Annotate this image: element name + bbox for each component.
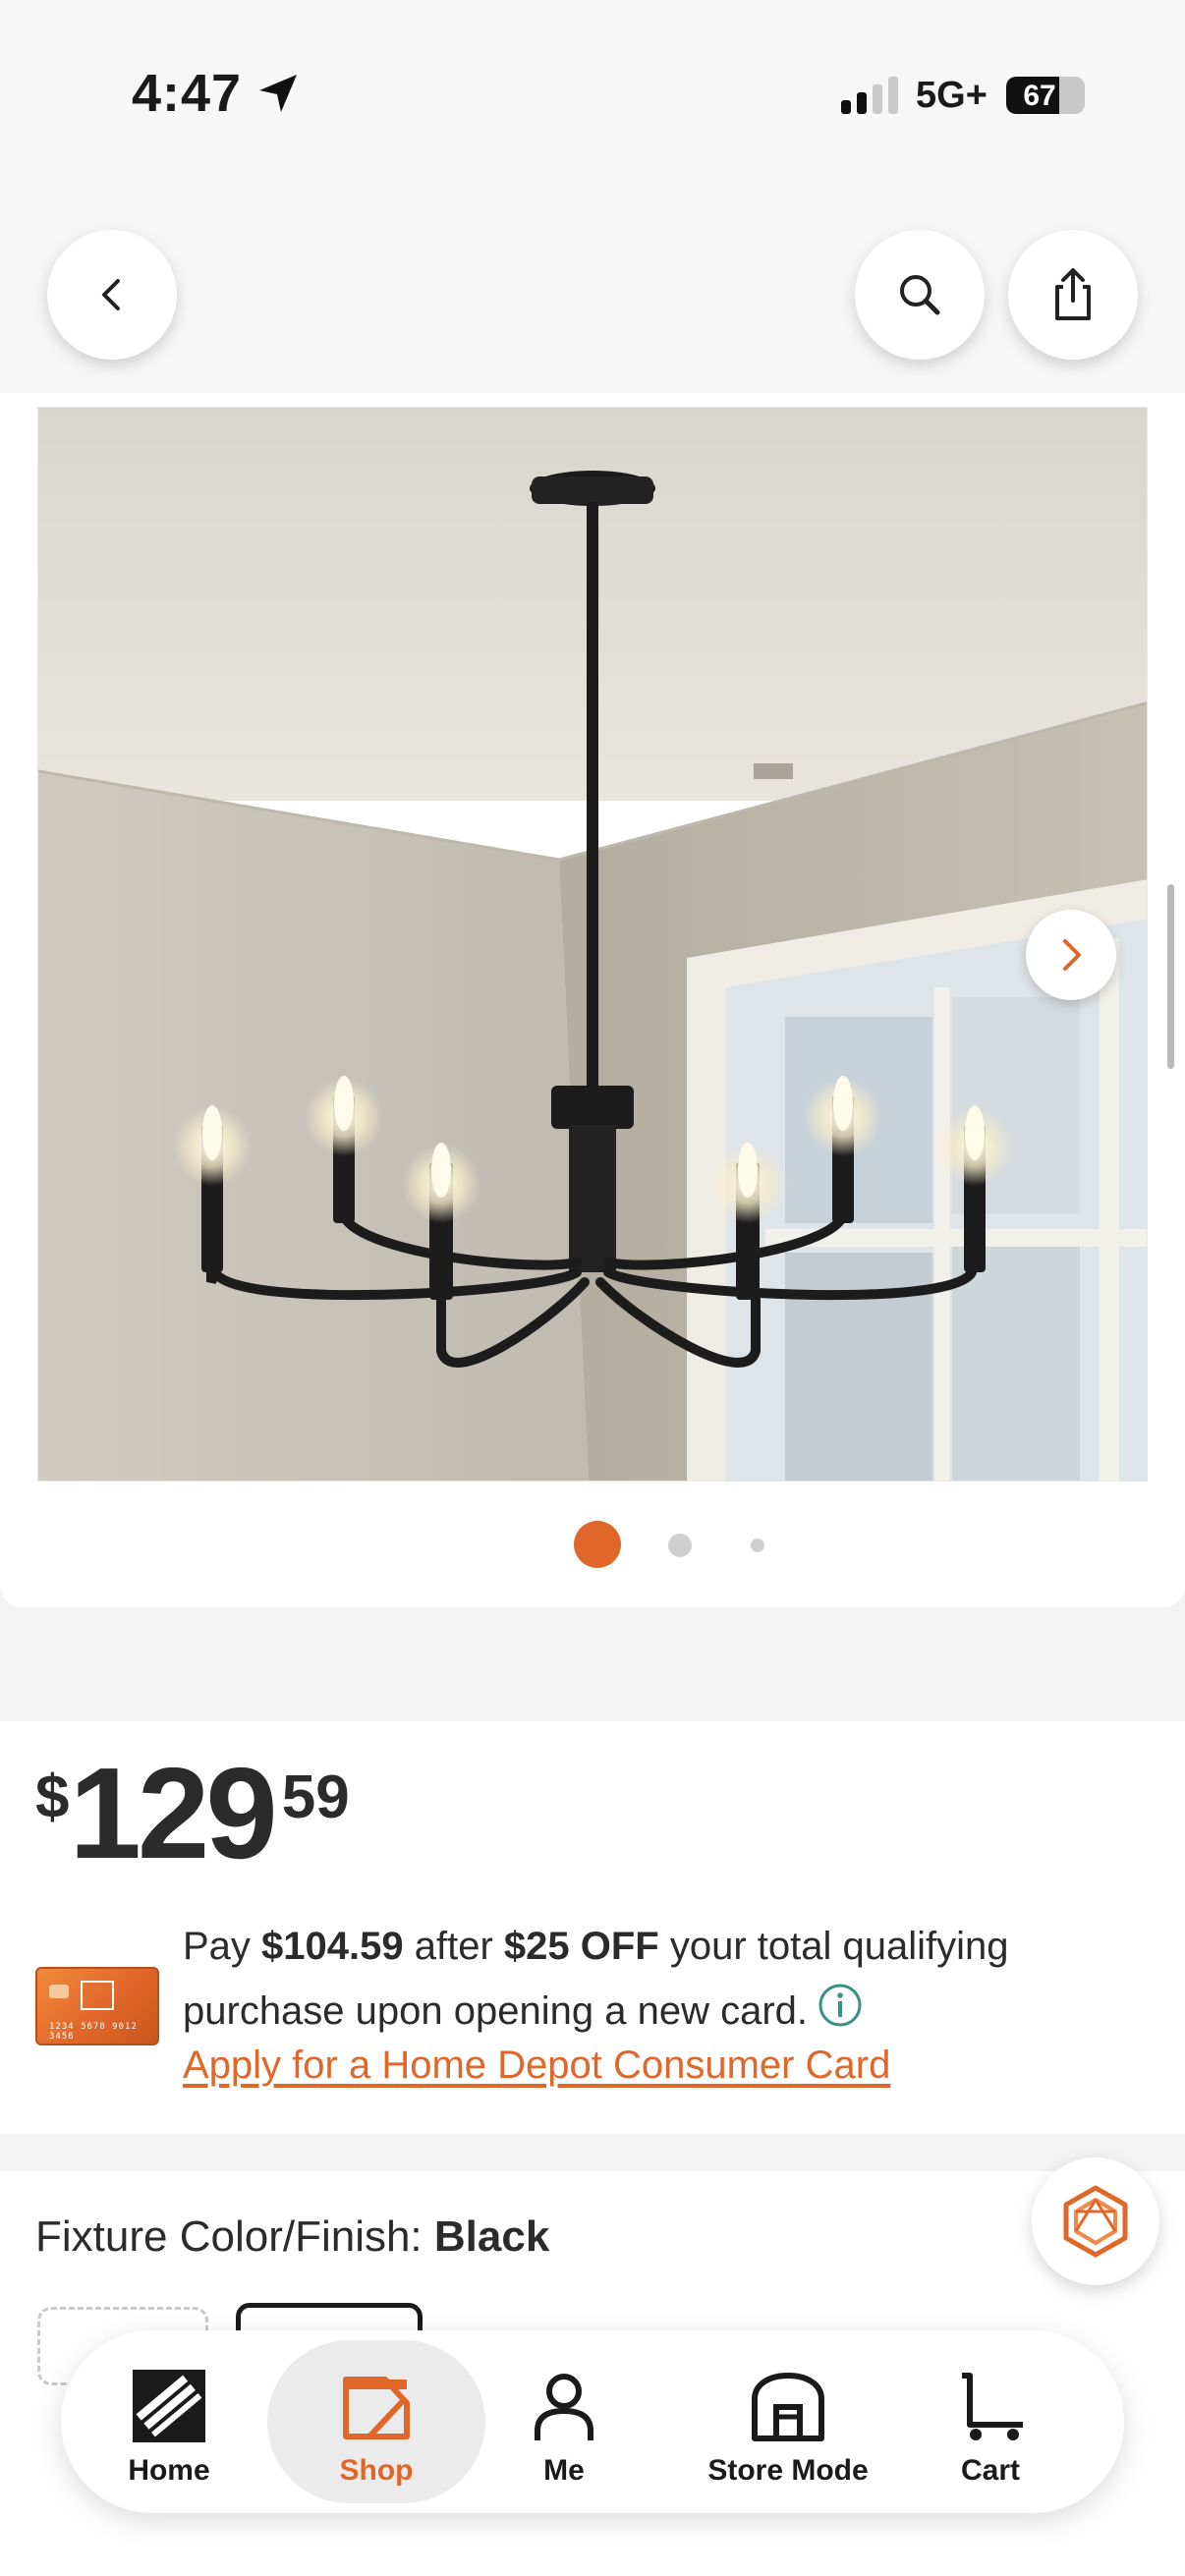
fixture-color-value: Black <box>433 2212 550 2261</box>
pagination-dot[interactable] <box>668 1534 692 1557</box>
signal-strength-icon <box>841 77 898 114</box>
share-icon <box>1055 268 1091 320</box>
status-time: 4:47 <box>132 64 243 123</box>
product-header <box>0 196 1185 393</box>
back-button[interactable] <box>47 230 177 360</box>
user-icon <box>535 2374 593 2440</box>
card-chip <box>49 1985 69 1998</box>
home-depot-logo-icon <box>133 2370 205 2442</box>
promo-discount: $25 OFF <box>503 1925 659 1968</box>
hexagon-assistant-icon <box>1063 2185 1128 2258</box>
tab-me[interactable]: Me <box>515 2340 613 2503</box>
tab-home[interactable]: Home <box>100 2340 238 2503</box>
tab-cart[interactable]: Cart <box>931 2340 1049 2503</box>
promo-after-text: after <box>403 1925 504 1968</box>
battery-percent: 67 <box>1023 80 1056 112</box>
home-depot-logo-icon <box>81 1981 114 2010</box>
pagination-dot-active[interactable] <box>574 1521 621 1568</box>
chevron-right-icon <box>1063 939 1081 971</box>
info-icon[interactable] <box>818 1983 863 2028</box>
bottom-tab-bar: Home Shop Me Store Mode Cart <box>61 2330 1124 2513</box>
status-bar: 4:47 5G+ 67 <box>0 0 1185 196</box>
product-price: $ 129 59 <box>35 1749 350 1878</box>
store-icon <box>752 2373 824 2441</box>
battery-icon: 67 <box>1006 77 1085 114</box>
tab-home-label: Home <box>128 2454 210 2487</box>
price-dollars: 129 <box>69 1741 277 1885</box>
price-cents: 59 <box>281 1764 350 1831</box>
tab-shop-label: Shop <box>339 2454 414 2487</box>
share-button[interactable] <box>1008 230 1138 360</box>
promo-pay-amount: $104.59 <box>261 1925 404 1968</box>
chevron-left-icon <box>102 279 120 310</box>
promo-pay-prefix: Pay <box>183 1925 262 1968</box>
tab-shop[interactable]: Shop <box>267 2340 485 2503</box>
tab-store-mode[interactable]: Store Mode <box>690 2340 886 2503</box>
tab-me-label: Me <box>543 2454 585 2487</box>
card-number: 1234 5678 9012 3456 <box>49 2022 138 2042</box>
fixture-color-label: Fixture Color/Finish: Black <box>35 2212 549 2262</box>
price-currency: $ <box>35 1764 70 1831</box>
search-icon <box>900 275 940 315</box>
location-arrow-icon <box>259 75 297 112</box>
card-promo-text: Pay $104.59 after $25 OFF your total qua… <box>183 1914 1126 2044</box>
gallery-pagination <box>0 1521 1185 1570</box>
credit-card-image: 1234 5678 9012 3456 <box>35 1967 159 2045</box>
network-type: 5G+ <box>916 75 988 116</box>
apply-card-link[interactable]: Apply for a Home Depot Consumer Card <box>183 2044 890 2088</box>
next-image-button[interactable] <box>1026 910 1116 1000</box>
shop-icon <box>343 2377 410 2439</box>
fixture-color-title: Fixture Color/Finish: <box>35 2212 434 2261</box>
search-button[interactable] <box>855 230 985 360</box>
assistant-button[interactable] <box>1032 2157 1159 2285</box>
chandelier-photo <box>38 408 1147 1481</box>
battery-tip <box>1079 88 1085 102</box>
product-image[interactable] <box>37 407 1148 1482</box>
product-gallery <box>0 393 1185 1607</box>
pagination-dot[interactable] <box>751 1539 764 1552</box>
scrollbar <box>1167 884 1174 1069</box>
price-section: $ 129 59 1234 5678 9012 3456 Pay $104.59… <box>0 1721 1185 2134</box>
tab-cart-label: Cart <box>960 2454 1020 2487</box>
tab-store-mode-label: Store Mode <box>707 2454 869 2487</box>
cart-icon <box>962 2373 1023 2440</box>
